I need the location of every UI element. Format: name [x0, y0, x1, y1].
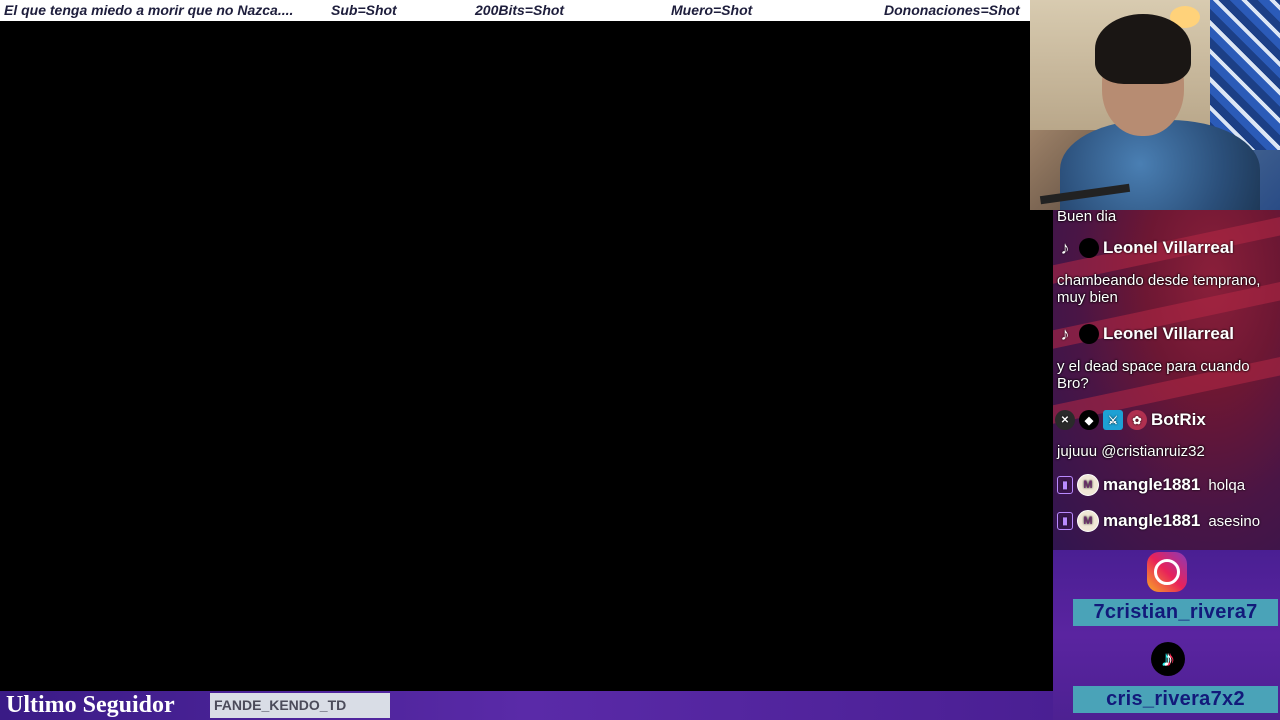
ticker-death: Muero=Shot	[671, 2, 753, 18]
ticker-quote: El que tenga miedo a morir que no Nazca.…	[4, 2, 294, 18]
chat-message: holqa	[1208, 476, 1246, 494]
tiktok-icon: ♪	[1151, 642, 1185, 676]
chat-username: Leonel Villarreal	[1103, 238, 1235, 257]
bot-avatar: ✿	[1127, 410, 1147, 430]
chat-overlay: Buen dia ♪ Leonel Villarreal chambeando …	[1053, 210, 1280, 550]
avatar	[1079, 238, 1099, 258]
webcam-feed	[1030, 0, 1280, 210]
chat-user-row: ♪ Leonel Villarreal	[1055, 238, 1234, 258]
avatar: M	[1077, 474, 1099, 496]
game-capture-area	[0, 21, 1053, 691]
chat-message: Buen dia	[1057, 210, 1117, 225]
sword-badge-icon: ⚔	[1103, 410, 1123, 430]
avatar: M	[1077, 510, 1099, 532]
chat-username: Leonel Villarreal	[1103, 324, 1235, 343]
socials-panel: 7cristian_rivera7 ♪ cris_rivera7x2	[1053, 550, 1280, 720]
chat-message: y el dead space para cuando Bro?	[1057, 358, 1250, 392]
twitch-icon: ▮	[1057, 476, 1073, 494]
chat-username: mangle1881	[1103, 475, 1201, 494]
latest-follower-name: FANDE_KENDO_TD	[210, 693, 390, 718]
latest-follower-bar: Ultimo Seguidor FANDE_KENDO_TD	[0, 691, 1053, 720]
chat-username: BotRix	[1151, 410, 1206, 429]
ticker-bits: 200Bits=Shot	[475, 2, 565, 18]
chat-user-row: ▮ M mangle1881 holqa	[1057, 474, 1245, 496]
latest-follower-label: Ultimo Seguidor	[6, 692, 175, 718]
instagram-icon	[1147, 552, 1187, 592]
top-ticker: El que tenga miedo a morir que no Nazca.…	[0, 0, 1030, 21]
tiktok-handle: cris_rivera7x2	[1073, 686, 1278, 713]
tiktok-icon: ♪	[1060, 323, 1070, 344]
avatar	[1079, 324, 1099, 344]
chat-user-row: ▮ M mangle1881 asesino	[1057, 510, 1260, 532]
instagram-handle: 7cristian_rivera7	[1073, 599, 1278, 626]
moderator-badge-icon: ✕	[1055, 410, 1075, 430]
ticker-sub: Sub=Shot	[331, 2, 397, 18]
chat-message: jujuuu @cristianruiz32	[1057, 443, 1205, 460]
bot-badge-icon: ◆	[1079, 410, 1099, 430]
tiktok-icon: ♪	[1060, 237, 1070, 258]
chat-username: mangle1881	[1103, 511, 1201, 530]
twitch-icon: ▮	[1057, 512, 1073, 530]
chat-message: chambeando desde temprano, muy bien	[1057, 272, 1261, 306]
webcam-person-hair	[1095, 14, 1191, 84]
chat-user-row: ✕ ◆ ⚔ ✿ BotRix	[1055, 410, 1206, 430]
chat-message: asesino	[1208, 512, 1261, 530]
webcam-curtain	[1210, 0, 1280, 150]
ticker-donations: Dononaciones=Shot	[884, 2, 1020, 18]
chat-user-row: ♪ Leonel Villarreal	[1055, 324, 1234, 344]
